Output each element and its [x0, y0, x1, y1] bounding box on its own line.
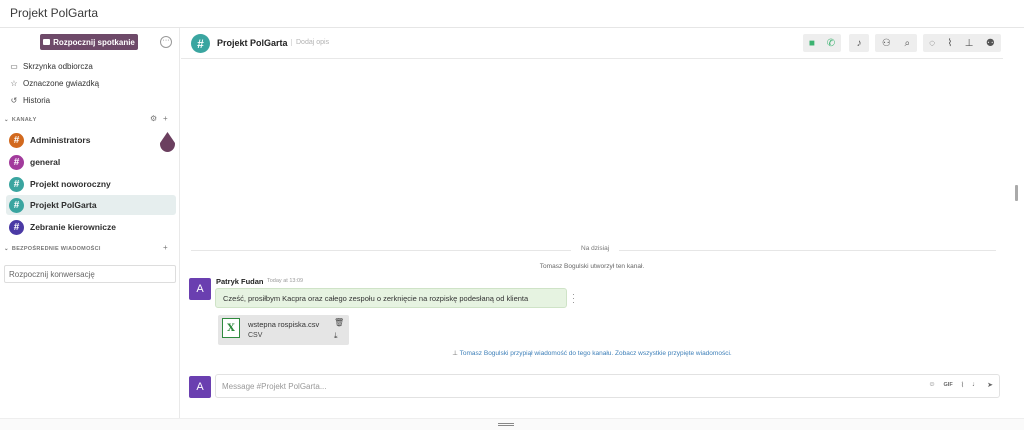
channel-title: Projekt PolGarta: [217, 38, 288, 48]
paperclip-icon[interactable]: ⌇: [947, 38, 952, 49]
notifications-button[interactable]: ♪: [849, 34, 869, 52]
channel-label: general: [30, 157, 61, 167]
channel-label: Projekt PolGarta: [30, 200, 97, 210]
start-meeting-label: Rozpocznij spotkanie: [53, 37, 135, 47]
channel-hash-icon: #: [9, 197, 24, 213]
sidebar-item-label: Skrzynka odbiorcza: [23, 62, 93, 71]
drag-handle-icon[interactable]: [498, 423, 514, 426]
download-icon[interactable]: ⤓: [334, 331, 338, 341]
attachment-type: CSV: [248, 332, 263, 339]
direct-messages-section-header[interactable]: ⌄ BEZPOŚREDNIE WIADOMOŚCI: [4, 246, 101, 252]
sidebar-item-inbox[interactable]: ▭ Skrzynka odbiorcza: [10, 62, 93, 71]
page-title: Projekt PolGarta: [10, 6, 99, 20]
gear-icon[interactable]: ⚙: [150, 114, 157, 123]
add-direct-message-button[interactable]: +: [163, 243, 168, 252]
history-icon: ↺: [10, 96, 18, 105]
message-composer: ☺ GIF ⌇ ♩ ➤: [215, 374, 1000, 398]
chevron-down-icon: ⌄: [4, 246, 9, 252]
pin-icon: ⊥: [452, 350, 460, 357]
video-camera-icon: [43, 39, 51, 45]
pinned-notice-text[interactable]: Tomasz Bogulski przypiął wiadomość do te…: [460, 350, 732, 357]
star-icon: ☆: [10, 79, 18, 88]
trash-icon[interactable]: 🗑: [334, 318, 344, 327]
inbox-icon: ▭: [10, 62, 18, 71]
start-meeting-button[interactable]: Rozpocznij spotkanie: [40, 34, 138, 50]
members-icon[interactable]: ⚉: [986, 38, 995, 49]
channel-hash-icon: #: [9, 176, 24, 192]
bottom-bar: [0, 418, 1024, 430]
add-user-icon[interactable]: ⚇: [882, 38, 891, 49]
avatar[interactable]: A: [189, 278, 211, 300]
channel-header: # Projekt PolGarta Dodaj opis ■ ✆ ♪ ⚇ ⌕ …: [181, 28, 1003, 59]
add-description-link[interactable]: Dodaj opis: [291, 39, 329, 46]
microphone-icon[interactable]: ♩: [972, 381, 979, 389]
spreadsheet-icon: X: [222, 318, 240, 338]
member-tools: ⚇ ⌕: [875, 34, 917, 52]
channel-created-notice: Tomasz Bogulski utworzył ten kanał.: [539, 263, 645, 270]
direct-messages-section-label: BEZPOŚREDNIE WIADOMOŚCI: [11, 246, 101, 252]
file-attachment[interactable]: X wstepna rospiska.csv CSV 🗑 ⤓: [218, 315, 349, 345]
attachment-name[interactable]: wstepna rospiska.csv: [248, 320, 319, 329]
bell-icon: ♪: [856, 37, 862, 49]
composer-tools: ☺ GIF ⌇ ♩ ➤: [928, 381, 993, 389]
resize-handle[interactable]: [1015, 185, 1018, 201]
channel-hash-icon: #: [9, 132, 24, 148]
chevron-down-icon: ⌄: [4, 117, 9, 123]
channel-label: Administrators: [30, 135, 91, 145]
pinned-message-notice[interactable]: ⊥ Tomasz Bogulski przypiął wiadomość do …: [181, 349, 1003, 357]
pin-icon[interactable]: ⊥: [965, 38, 974, 49]
search-icon[interactable]: ⌕: [905, 38, 911, 49]
sidebar-item-administrators[interactable]: # Administrators: [6, 130, 176, 150]
channel-hash-icon: #: [9, 219, 24, 235]
day-label: Na dzisiaj: [571, 245, 620, 252]
channel-tools: ◌ ⌇ ⊥ ⚉: [923, 34, 1001, 52]
more-options-button[interactable]: ···: [160, 36, 172, 48]
sidebar-item-label: Historia: [23, 96, 51, 105]
message-menu-icon[interactable]: · · ·: [572, 290, 575, 307]
channel-label: Projekt noworoczny: [30, 179, 111, 189]
top-bar: Projekt PolGarta: [0, 0, 1024, 28]
sidebar-item-projekt-polgarta[interactable]: # Projekt PolGarta: [6, 195, 176, 215]
sidebar-item-starred[interactable]: ☆ Oznaczone gwiazdką: [10, 79, 99, 88]
paperclip-icon[interactable]: ⌇: [961, 381, 964, 389]
sidebar: Rozpocznij spotkanie ··· ▭ Skrzynka odbi…: [0, 28, 180, 418]
threads-icon[interactable]: ◌: [929, 38, 935, 49]
channels-section-header[interactable]: ⌄ KANAŁY: [4, 117, 37, 123]
sidebar-item-history[interactable]: ↺ Historia: [10, 96, 50, 105]
sidebar-item-zebranie-kierownicze[interactable]: # Zebranie kierownicze: [6, 217, 176, 237]
message-text: Cześć, prosiłbym Kacpra oraz całego zesp…: [215, 288, 567, 308]
message-timestamp: Today at 13:09: [267, 278, 304, 284]
composer-avatar: A: [189, 376, 211, 398]
add-channel-button[interactable]: +: [163, 114, 168, 123]
message-author[interactable]: Patryk Fudan: [216, 277, 264, 286]
sidebar-item-label: Oznaczone gwiazdką: [23, 79, 100, 88]
message-area: Na dzisiaj Tomasz Bogulski utworzył ten …: [181, 59, 1003, 418]
sidebar-item-projekt-noworoczny[interactable]: # Projekt noworoczny: [6, 174, 176, 194]
channels-section-label: KANAŁY: [11, 117, 37, 123]
channel-label: Zebranie kierownicze: [30, 222, 116, 232]
video-call-icon[interactable]: ■: [809, 38, 815, 49]
message-input[interactable]: [222, 379, 902, 394]
channel-hash-icon: #: [9, 154, 24, 170]
gif-button[interactable]: GIF: [944, 381, 953, 389]
start-conversation-input[interactable]: Rozpocznij konwersację: [4, 265, 176, 283]
phone-icon[interactable]: ✆: [827, 38, 835, 49]
emoji-icon[interactable]: ☺: [928, 381, 935, 389]
send-icon[interactable]: ➤: [987, 381, 993, 389]
call-buttons: ■ ✆: [803, 34, 841, 52]
channel-hash-icon: #: [191, 34, 210, 53]
sidebar-item-general[interactable]: # general: [6, 152, 176, 172]
